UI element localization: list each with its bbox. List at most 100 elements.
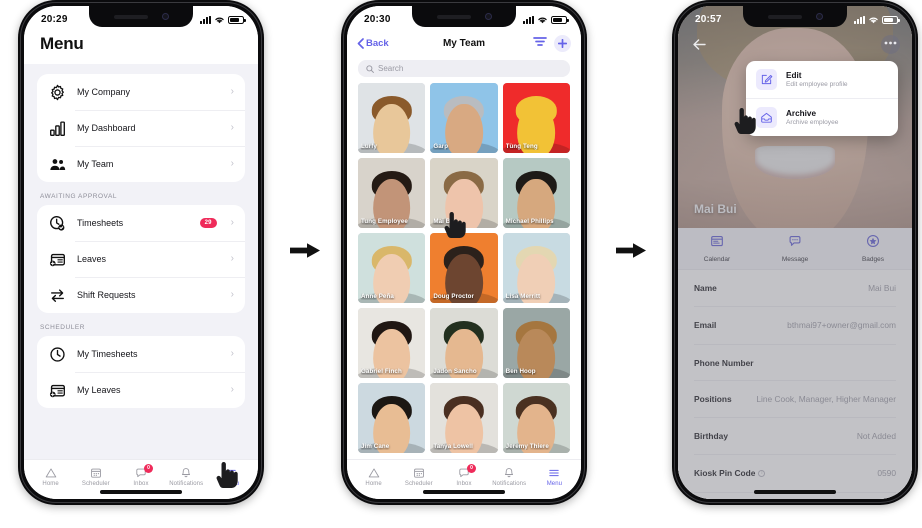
context-menu-popup[interactable]: Edit Edit employee profile Archive Archive … <box>746 61 898 136</box>
team-member-card[interactable]: Gabriel Finch <box>358 308 426 379</box>
field-value: Mai Bui <box>868 283 896 293</box>
team-member-name: Lurfy <box>361 143 377 151</box>
team-member-card[interactable]: Anne Peña <box>358 233 426 304</box>
team-member-name: Anne Peña <box>361 293 394 301</box>
scheduler-icon <box>90 467 102 479</box>
menu-item-my-team[interactable]: My Team › <box>37 146 245 182</box>
profile-tab-label: Badges <box>861 256 885 263</box>
tab-label: Inbox <box>456 480 472 487</box>
field-label-text: Email <box>694 320 717 331</box>
home-indicator <box>100 490 182 494</box>
popup-item-text: Archive Archive employee <box>786 109 838 126</box>
tab-menu[interactable]: Menu <box>532 467 577 487</box>
back-button[interactable]: Back <box>357 38 389 49</box>
profile-quick-tabs[interactable]: Calendar Message Badges <box>678 228 912 270</box>
menu-item-my-company[interactable]: My Company › <box>37 74 245 110</box>
profile-field-birthday: Birthday Not Added <box>694 418 896 456</box>
add-employee-button[interactable] <box>554 34 571 52</box>
menu-item-shift-requests[interactable]: Shift Requests › <box>37 277 245 313</box>
cellular-icon <box>200 15 211 24</box>
menu-list[interactable]: My Company › My Dashboard › My Team › AWAITING… <box>24 64 258 459</box>
home-icon <box>45 467 57 479</box>
team-member-name: Jadon Sancho <box>433 368 477 376</box>
profile-field-name: Name Mai Bui <box>694 270 896 308</box>
cellular-icon <box>523 15 534 24</box>
menu-item-label: My Leaves <box>77 385 121 395</box>
team-member-card[interactable]: Tung Employee <box>358 158 426 229</box>
team-member-card[interactable]: Garp <box>430 83 498 154</box>
tab-home[interactable]: Home <box>351 467 396 487</box>
team-member-card[interactable]: Jim Cane <box>358 383 426 454</box>
menu-app: Menu My Company › My Dashboard › My Team › AWA… <box>24 6 258 499</box>
team-member-card[interactable]: Jeremy Thiere <box>502 383 570 454</box>
phone-3-employee-profile: Mai Bui Calendar Message Badges Name Mai Bu… <box>672 0 918 505</box>
notch <box>743 6 847 27</box>
profile-field-positions: Positions Line Cook, Manager, Higher Mana… <box>694 381 896 419</box>
filter-icon[interactable] <box>533 34 547 52</box>
tab-label: Scheduler <box>404 480 433 487</box>
phone-1-screen: 20:29 Menu My Company › My Dashboard › My Te… <box>24 6 258 499</box>
tab-inbox[interactable]: 0 Inbox <box>118 463 163 487</box>
field-value: Not Added <box>856 431 896 442</box>
menu-item-timesheets[interactable]: Timesheets 29 › <box>37 205 245 241</box>
flow-arrow-2 <box>614 239 648 261</box>
popup-item-archive[interactable]: Archive Archive employee <box>746 98 898 136</box>
team-member-card[interactable]: Doug Proctor <box>430 233 498 304</box>
team-member-card[interactable]: Lisa Merritt <box>502 233 570 304</box>
speaker-grill <box>767 14 802 19</box>
nav-actions <box>533 34 571 52</box>
team-member-card[interactable]: Ben Hoop <box>502 308 570 379</box>
back-button[interactable] <box>690 35 709 54</box>
notifications-icon <box>503 467 515 479</box>
menu-item-my-timesheets[interactable]: My Timesheets › <box>37 336 245 372</box>
team-member-grid[interactable]: Lurfy Garp Tùng Teng Tung Employee Mai Bui Mi… <box>347 83 581 459</box>
team-member-card[interactable]: Lurfy <box>358 83 426 154</box>
tab-inbox[interactable]: 0 Inbox <box>441 463 486 487</box>
profile-field-kiosk-pin-code: Kiosk Pin Code i 0590 <box>694 455 896 493</box>
menu-item-my-dashboard[interactable]: My Dashboard › <box>37 110 245 146</box>
team-member-name: Jeremy Thiere <box>505 443 549 451</box>
chevron-right-icon: › <box>230 86 234 97</box>
team-member-card[interactable]: Tùng Teng <box>502 83 570 154</box>
tab-notifications[interactable]: Notifications <box>487 467 532 487</box>
team-member-card[interactable]: Tanya Lowell <box>430 383 498 454</box>
hand-cursor <box>734 108 756 134</box>
battery-icon <box>882 15 900 24</box>
flow-arrow-1 <box>288 239 322 261</box>
back-label: Back <box>366 37 389 49</box>
team-member-name: Garp <box>433 143 449 151</box>
tab-scheduler[interactable]: Scheduler <box>73 467 118 487</box>
chevron-right-icon: › <box>230 122 234 133</box>
search-input[interactable]: Search <box>358 60 570 77</box>
phone-3-screen: Mai Bui Calendar Message Badges Name Mai Bu… <box>678 6 912 499</box>
edit-icon <box>756 69 777 90</box>
tab-notifications[interactable]: Notifications <box>164 467 209 487</box>
field-label-text: Name <box>694 283 717 293</box>
team-member-name: Jim Cane <box>361 443 390 451</box>
profile-tab-message[interactable]: Message <box>756 234 834 263</box>
status-indicators <box>854 15 900 24</box>
tab-label: Home <box>42 480 59 487</box>
people-icon <box>48 155 66 173</box>
profile-tab-badges[interactable]: Badges <box>834 234 912 263</box>
tab-home[interactable]: Home <box>28 467 73 487</box>
team-member-card[interactable]: Michael Phillips <box>502 158 570 229</box>
menu-item-my-leaves[interactable]: My Leaves › <box>37 372 245 408</box>
phone-2-my-team: 20:30 Back My Team Search Lurfy Garp Tùn… <box>341 0 587 505</box>
menu-item-label: My Timesheets <box>77 349 138 359</box>
profile-field-phone-number: Phone Number <box>694 345 896 381</box>
field-label: Phone Number <box>694 358 754 368</box>
message-icon <box>788 234 802 253</box>
popup-item-edit[interactable]: Edit Edit employee profile <box>746 61 898 98</box>
field-value: Line Cook, Manager, Higher Manager <box>756 393 896 404</box>
team-member-card[interactable]: Jadon Sancho <box>430 308 498 379</box>
leave-icon <box>48 250 66 268</box>
tab-scheduler[interactable]: Scheduler <box>396 467 441 487</box>
menu-header: Menu <box>24 30 258 64</box>
more-options-button[interactable] <box>881 34 900 54</box>
menu-item-leaves[interactable]: Leaves › <box>37 241 245 277</box>
hand-cursor <box>444 212 466 238</box>
profile-tab-calendar[interactable]: Calendar <box>678 234 756 263</box>
info-icon[interactable]: i <box>758 469 766 477</box>
clock-icon <box>48 345 66 363</box>
